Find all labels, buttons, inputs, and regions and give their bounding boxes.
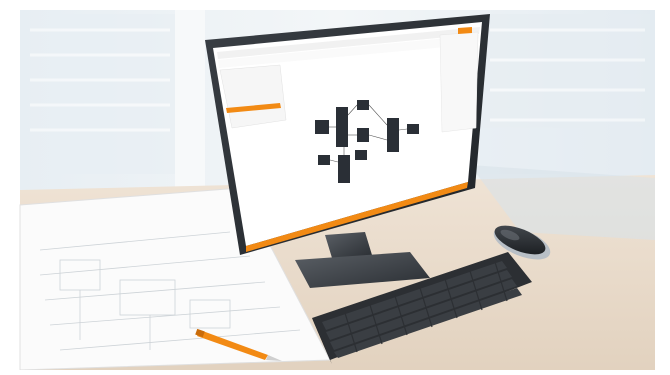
scene-svg bbox=[0, 0, 670, 371]
photo-scene bbox=[0, 0, 670, 371]
monitor-neck bbox=[325, 232, 372, 258]
window-pillar bbox=[175, 10, 205, 200]
screen-accent-chip bbox=[458, 27, 472, 34]
